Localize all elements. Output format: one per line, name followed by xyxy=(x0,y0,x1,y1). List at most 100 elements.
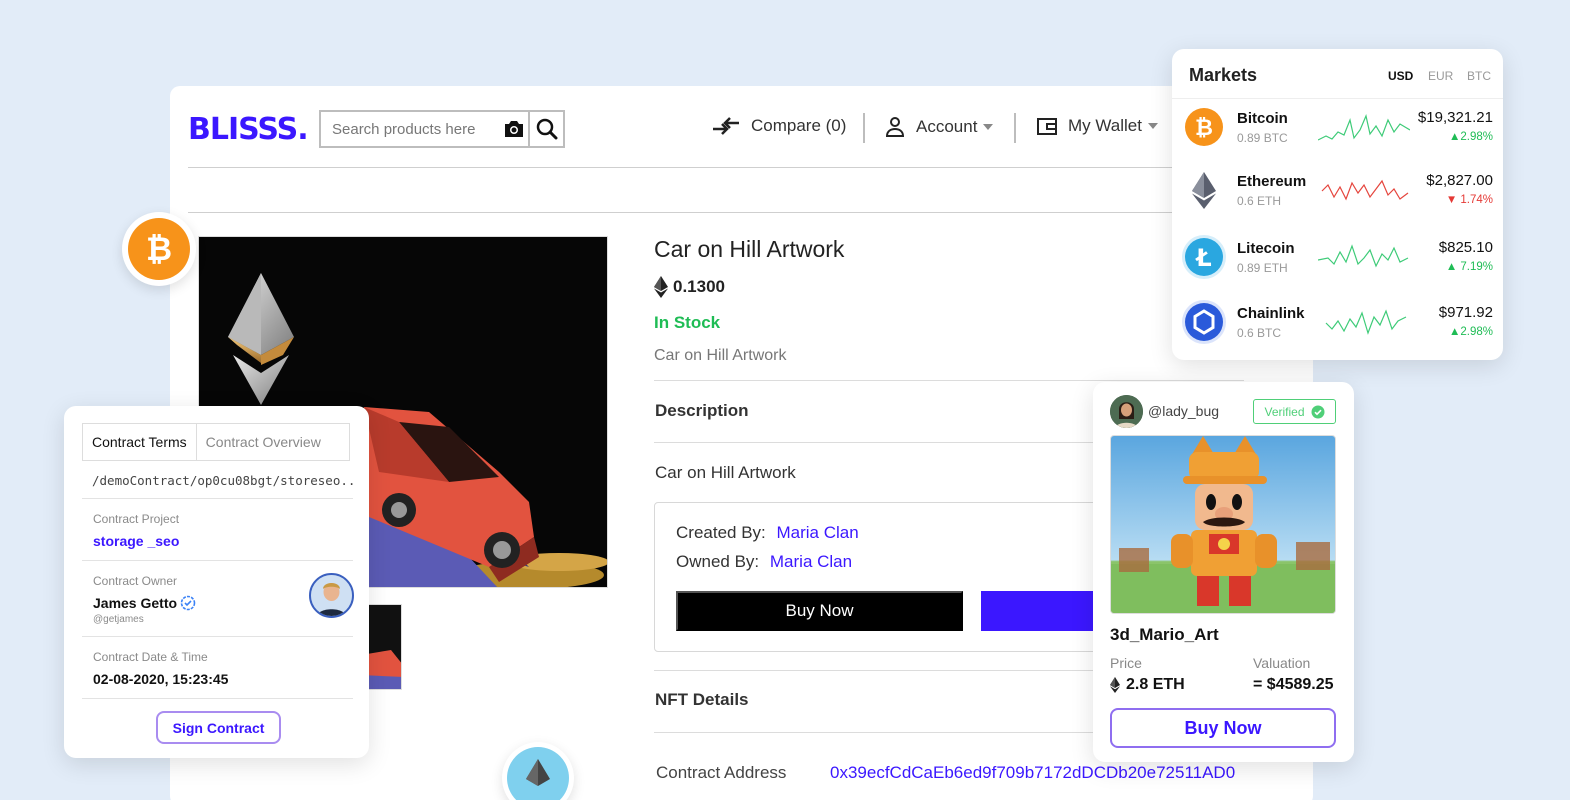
litecoin-icon: Ł xyxy=(1185,238,1223,276)
coin-change: ▲ 7.19% xyxy=(1445,261,1493,273)
wallet-label: My Wallet xyxy=(1068,116,1142,135)
sparkline-chart xyxy=(1321,179,1409,201)
compare-link[interactable]: Compare (0) xyxy=(711,116,846,136)
sparkline-chart xyxy=(1318,244,1409,268)
stock-status: In Stock xyxy=(654,313,721,332)
owner-link[interactable]: Maria Clan xyxy=(770,552,852,571)
market-row-bitcoin[interactable]: ₿ Bitcoin 0.89 BTC $19,321.21 ▲2.98% xyxy=(1172,108,1503,174)
compare-arrows-icon xyxy=(713,117,739,135)
divider xyxy=(82,498,353,499)
check-circle-icon xyxy=(1311,405,1325,418)
coin-change: ▲2.98% xyxy=(1449,131,1493,143)
contract-card: Contract Terms Contract Overview /demoCo… xyxy=(64,406,369,758)
avatar[interactable] xyxy=(1110,395,1143,428)
coin-name: Bitcoin xyxy=(1237,110,1288,127)
account-menu[interactable]: Account xyxy=(884,116,994,138)
camera-icon[interactable] xyxy=(499,112,528,146)
nft-price-value: 2.8 ETH xyxy=(1126,676,1185,693)
owned-by-label: Owned By: xyxy=(676,552,760,571)
currency-tab-eur[interactable]: EUR xyxy=(1428,69,1453,83)
sparkline-chart xyxy=(1325,309,1407,335)
coin-name: Litecoin xyxy=(1237,240,1295,257)
market-row-ethereum[interactable]: Ethereum 0.6 ETH $2,827.00 ▼ 1.74% xyxy=(1172,171,1503,237)
coin-amount: 0.89 ETH xyxy=(1237,261,1288,275)
account-label: Account xyxy=(916,117,978,136)
product-subtitle: Car on Hill Artwork xyxy=(654,347,787,364)
compare-label: Compare (0) xyxy=(751,116,847,135)
nft-buy-now-button[interactable]: Buy Now xyxy=(1110,708,1336,748)
contract-address-label: Contract Address xyxy=(656,763,787,782)
contract-tabs: Contract Terms Contract Overview xyxy=(82,423,350,461)
owner-name: James Getto xyxy=(93,595,178,611)
top-navigation: BLISSS. Compare (0) Account My Wallet xyxy=(188,110,1313,168)
avatar[interactable] xyxy=(309,573,354,618)
svg-text:₿: ₿ xyxy=(1195,116,1213,141)
divider xyxy=(82,636,353,637)
svg-text:₿: ₿ xyxy=(146,230,172,268)
svg-text:Ł: Ł xyxy=(1194,244,1211,272)
ethereum-icon xyxy=(1110,677,1120,693)
wallet-menu[interactable]: My Wallet xyxy=(1036,116,1158,136)
coin-price: $2,827.00 xyxy=(1426,172,1493,189)
coin-change: ▼ 1.74% xyxy=(1445,194,1493,206)
buy-now-button[interactable]: Buy Now xyxy=(676,591,963,631)
nav-divider xyxy=(863,113,865,143)
tab-contract-terms[interactable]: Contract Terms xyxy=(83,424,197,460)
valuation-label: Valuation xyxy=(1253,655,1311,671)
product-title: Car on Hill Artwork xyxy=(654,236,845,262)
nft-price: 2.8 ETH xyxy=(1110,676,1185,694)
nft-image[interactable] xyxy=(1110,435,1336,614)
nav-divider xyxy=(1014,113,1016,143)
created-by-row: Created By: Maria Clan xyxy=(676,523,859,543)
verified-badge: Verified xyxy=(1253,399,1336,424)
market-row-litecoin[interactable]: Ł Litecoin 0.89 ETH $825.10 ▲ 7.19% xyxy=(1172,238,1503,304)
bitcoin-float-icon: ₿ xyxy=(122,212,196,286)
verified-label: Verified xyxy=(1264,404,1305,419)
ethereum-icon xyxy=(654,276,668,298)
coin-amount: 0.6 BTC xyxy=(1237,326,1282,340)
tab-contract-overview[interactable]: Contract Overview xyxy=(197,424,330,460)
chevron-down-icon xyxy=(1148,123,1158,129)
ethereum-icon xyxy=(1185,171,1223,209)
sign-contract-button[interactable]: Sign Contract xyxy=(156,711,281,744)
wallet-icon xyxy=(1037,118,1057,135)
owned-by-row: Owned By: Maria Clan xyxy=(676,552,852,572)
divider xyxy=(654,380,1244,381)
currency-tab-usd[interactable]: USD xyxy=(1388,69,1413,83)
search-button[interactable] xyxy=(528,112,563,146)
contract-address-link[interactable]: 0x39ecfCdCaEb6ed9f709b7172dDCDb20e72511A… xyxy=(830,763,1235,783)
coin-price: $19,321.21 xyxy=(1417,109,1493,126)
markets-title: Markets xyxy=(1189,65,1258,85)
contract-owner-handle: @getjames xyxy=(93,614,144,625)
search-bar xyxy=(319,110,565,148)
contract-date-value: 02-08-2020, 15:23:45 xyxy=(93,671,229,687)
category-bar-divider xyxy=(188,212,1313,213)
sparkline-chart xyxy=(1318,114,1410,141)
contract-owner-name: James Getto xyxy=(93,595,196,611)
currency-tab-btc[interactable]: BTC xyxy=(1467,69,1491,83)
created-by-label: Created By: xyxy=(676,523,766,542)
creator-link[interactable]: Maria Clan xyxy=(777,523,859,542)
coin-name: Chainlink xyxy=(1237,305,1305,322)
chevron-down-icon xyxy=(983,124,994,130)
coin-price: $825.10 xyxy=(1438,239,1493,256)
description-heading[interactable]: Description xyxy=(655,401,749,421)
nft-valuation-value: = $4589.25 xyxy=(1253,676,1334,693)
price-value: 0.1300 xyxy=(673,277,725,296)
markets-card: Markets USD EUR BTC ₿ Bitcoin 0.89 BTC $… xyxy=(1172,49,1503,360)
nft-card: @lady_bug Verified 3d_Mario_Art Price Va… xyxy=(1093,382,1354,762)
brand-logo[interactable]: BLISSS. xyxy=(188,112,309,147)
creator-box: Created By: Maria Clan Owned By: Maria C… xyxy=(654,502,1155,652)
nft-details-heading[interactable]: NFT Details xyxy=(655,690,749,710)
ethereum-float-icon xyxy=(502,742,574,800)
coin-name: Ethereum xyxy=(1237,173,1307,190)
contract-project-label: Contract Project xyxy=(93,512,180,526)
divider xyxy=(82,560,353,561)
contract-project-link[interactable]: storage _seo xyxy=(93,533,179,549)
coin-amount: 0.89 BTC xyxy=(1237,131,1288,145)
verified-badge-icon xyxy=(180,595,196,611)
nft-title: 3d_Mario_Art xyxy=(1110,625,1219,644)
creator-handle[interactable]: @lady_bug xyxy=(1148,403,1219,419)
search-input[interactable] xyxy=(321,112,499,146)
market-row-chainlink[interactable]: Chainlink 0.6 BTC $971.92 ▲2.98% xyxy=(1172,303,1503,369)
